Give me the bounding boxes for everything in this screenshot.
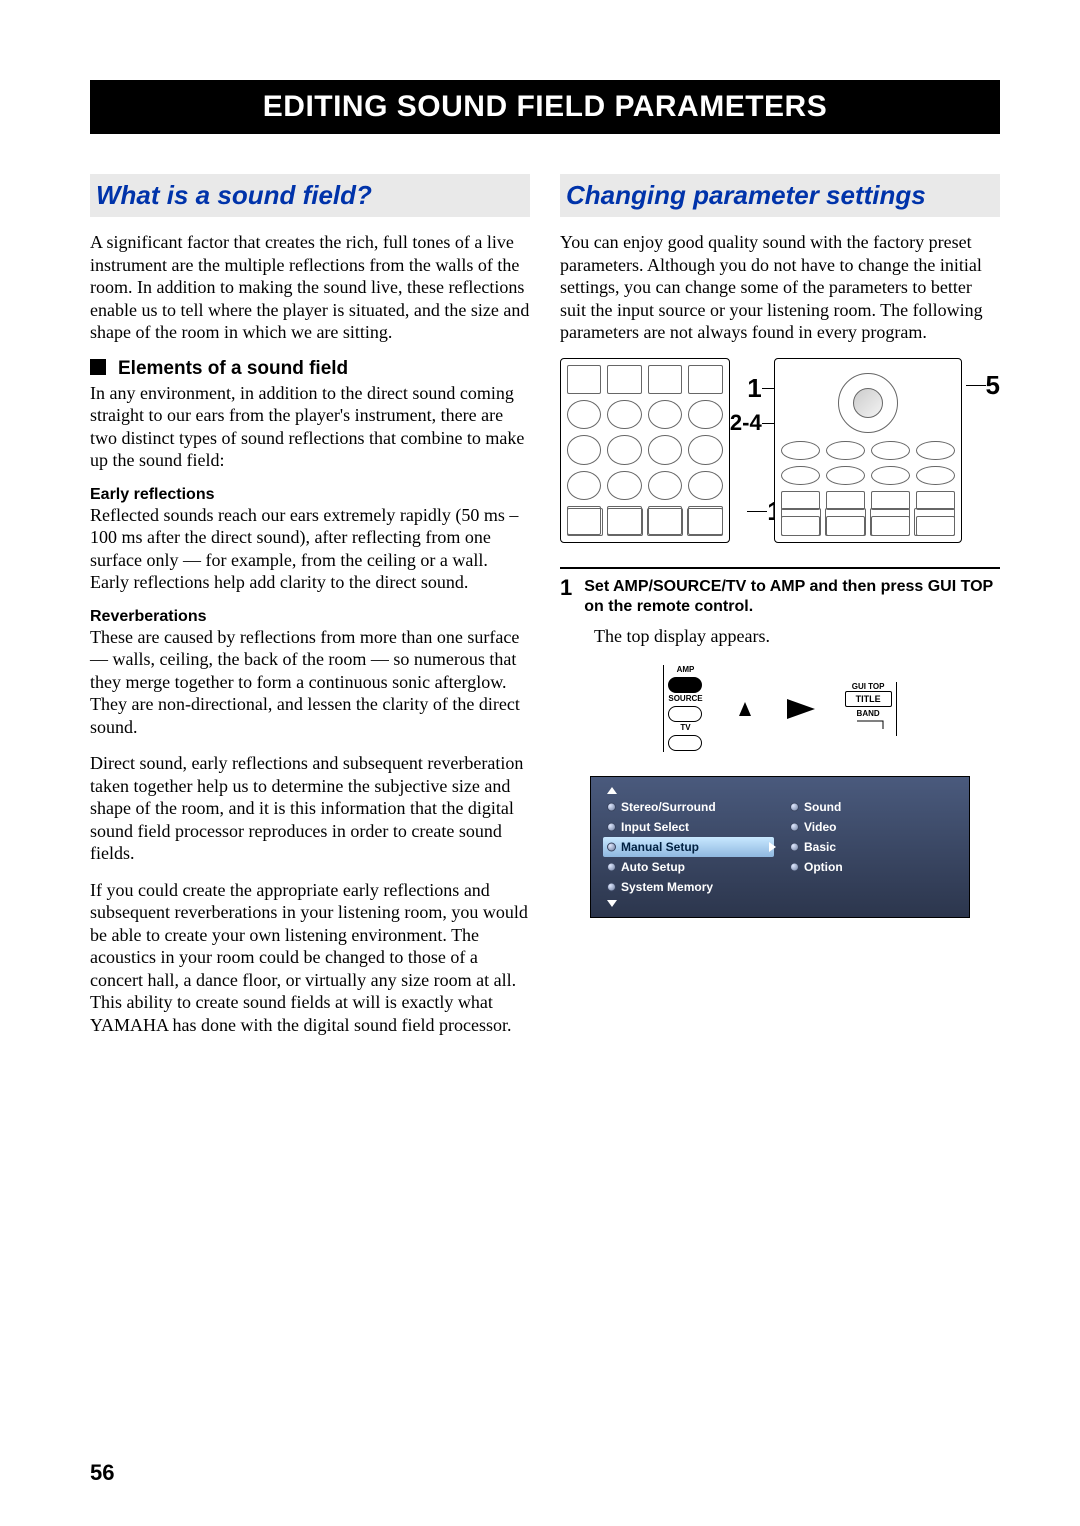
mini-left-stack: AMP SOURCE TV [663, 665, 702, 752]
elements-subhead: Elements of a sound field [90, 358, 530, 380]
gui-item-option: Option [786, 857, 957, 877]
source-button-icon [668, 706, 702, 722]
gui-top-display: Stereo/Surround Input Select Manual Setu… [590, 776, 970, 918]
up-arrow-icon [739, 702, 751, 716]
right-intro: You can enjoy good quality sound with th… [560, 231, 1000, 344]
label-band: BAND [845, 709, 892, 718]
gui-item-input-select: Input Select [603, 817, 774, 837]
remote-right-illustration [774, 358, 962, 543]
page-number: 56 [90, 1460, 114, 1486]
mini-right-stack: GUI TOP TITLE BAND [845, 682, 897, 736]
gui-left-col: Stereo/Surround Input Select Manual Setu… [597, 797, 780, 897]
callout-5: 5 [986, 370, 1000, 401]
square-bullet-icon [90, 359, 106, 375]
para-create-room: If you could create the appropriate earl… [90, 879, 530, 1037]
early-reflections-body: Reflected sounds reach our ears extremel… [90, 504, 530, 594]
label-source: SOURCE [668, 694, 702, 703]
page-title-bar: EDITING SOUND FIELD PARAMETERS [90, 80, 1000, 134]
remote-left-illustration [560, 358, 730, 543]
amp-button-icon [668, 677, 702, 693]
label-tv: TV [668, 723, 702, 732]
pointer-icon [849, 719, 887, 731]
right-column: Changing parameter settings You can enjo… [560, 174, 1000, 1050]
scroll-up-icon [607, 787, 617, 794]
remote-diagram: 1 2-4 1 [560, 358, 1000, 543]
step-body: The top display appears. [594, 626, 1000, 647]
label-gui-top: GUI TOP [845, 682, 892, 691]
right-arrow-icon [787, 699, 815, 719]
left-intro: A significant factor that creates the ri… [90, 231, 530, 344]
right-section-heading: Changing parameter settings [560, 174, 1000, 217]
callout-1: 1 [747, 373, 761, 404]
gui-item-sound: Sound [786, 797, 957, 817]
remote-mini-diagram: AMP SOURCE TV GUI TOP TITLE BAND [560, 665, 1000, 752]
title-button-icon: TITLE [845, 691, 892, 707]
callout-2-4: 2-4 [730, 410, 762, 436]
elements-subhead-text: Elements of a sound field [118, 358, 348, 379]
gui-item-system-memory: System Memory [603, 877, 774, 897]
caret-right-icon [769, 842, 776, 852]
callouts-right: 5 [966, 370, 1000, 401]
gui-item-manual-setup-label: Manual Setup [621, 840, 699, 854]
left-section-heading: What is a sound field? [90, 174, 530, 217]
step-1: 1 Set AMP/SOURCE/TV to AMP and then pres… [560, 577, 1000, 619]
step-rule [560, 567, 1000, 569]
tv-button-icon [668, 735, 702, 751]
step-instruction: Set AMP/SOURCE/TV to AMP and then press … [584, 577, 1000, 619]
gui-item-stereo-surround: Stereo/Surround [603, 797, 774, 817]
gui-right-col: Sound Video Basic Option [780, 797, 963, 897]
scroll-down-icon [607, 900, 617, 907]
left-column: What is a sound field? A significant fac… [90, 174, 530, 1050]
callout-tick-icon [966, 385, 986, 386]
para-direct-sound: Direct sound, early reflections and subs… [90, 752, 530, 865]
gui-item-auto-setup: Auto Setup [603, 857, 774, 877]
gui-item-basic: Basic [786, 837, 957, 857]
step-number: 1 [560, 577, 572, 619]
dpad-icon [838, 373, 898, 433]
gui-item-video: Video [786, 817, 957, 837]
early-reflections-head: Early reflections [90, 486, 530, 504]
gui-item-manual-setup: Manual Setup [603, 837, 774, 857]
label-amp: AMP [668, 665, 702, 674]
two-column-layout: What is a sound field? A significant fac… [90, 174, 1000, 1050]
reverberations-body: These are caused by reflections from mor… [90, 626, 530, 739]
elements-body: In any environment, in addition to the d… [90, 382, 530, 472]
reverberations-head: Reverberations [90, 608, 530, 626]
callout-tick-icon [747, 511, 767, 512]
